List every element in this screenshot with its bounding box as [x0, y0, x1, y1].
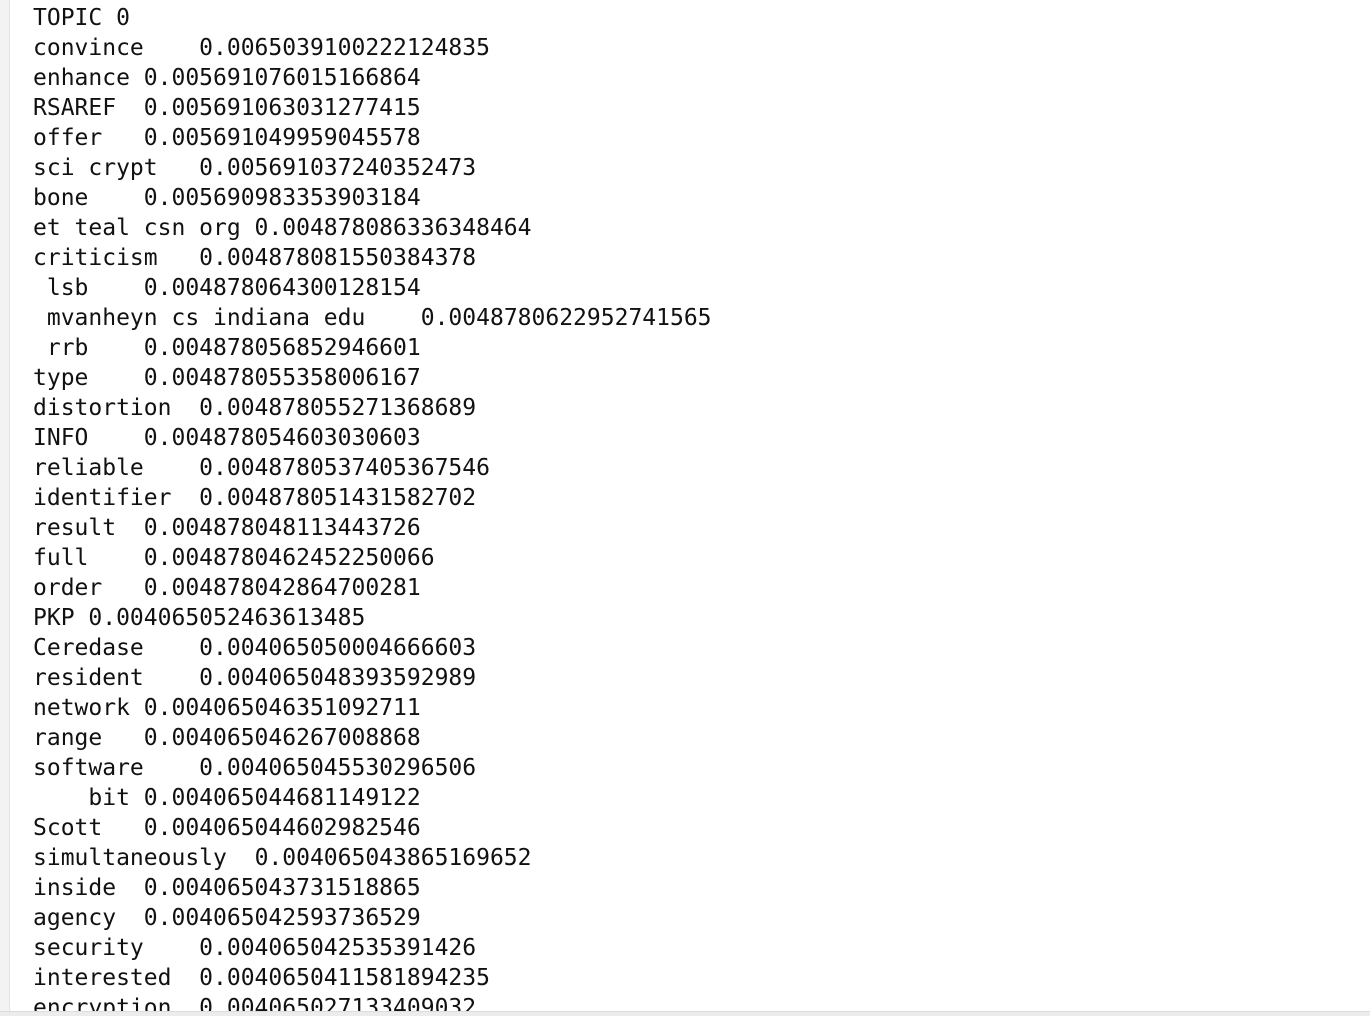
text-line: range 0.004065046267008868 — [33, 725, 421, 751]
text-line: resident 0.004065048393592989 — [33, 665, 477, 691]
text-line: RSAREF 0.005691063031277415 — [33, 95, 421, 121]
text-line: bone 0.005690983353903184 — [33, 185, 421, 211]
text-line: reliable 0.0048780537405367546 — [33, 455, 490, 481]
text-line: result 0.004878048113443726 — [33, 515, 421, 541]
text-line: et teal csn org 0.004878086336348464 — [33, 215, 532, 241]
text-line: enhance 0.005691076015166864 — [33, 65, 421, 91]
text-line: network 0.004065046351092711 — [33, 695, 421, 721]
text-line: order 0.004878042864700281 — [33, 575, 421, 601]
bottom-edge — [0, 1011, 1370, 1016]
text-line: interested 0.0040650411581894235 — [33, 965, 490, 991]
text-line: criticism 0.004878081550384378 — [33, 245, 477, 271]
text-line: bit 0.004065044681149122 — [33, 785, 421, 811]
text-line: offer 0.005691049959045578 — [33, 125, 421, 151]
text-line: agency 0.004065042593736529 — [33, 905, 421, 931]
text-line: Scott 0.004065044602982546 — [33, 815, 421, 841]
text-line: encryption 0.004065027133409032 — [33, 995, 477, 1012]
text-line: mvanheyn cs indiana edu 0.00487806229527… — [33, 305, 712, 331]
text-line: TOPIC 0 — [33, 5, 130, 31]
editor-gutter — [0, 0, 10, 1016]
text-line: Ceredase 0.004065050004666603 — [33, 635, 477, 661]
text-line: sci crypt 0.005691037240352473 — [33, 155, 477, 181]
text-lines: TOPIC 0 convince 0.0065039100222124835 enh… — [33, 3, 712, 1012]
text-line: rrb 0.004878056852946601 — [33, 335, 421, 361]
text-line: identifier 0.004878051431582702 — [33, 485, 477, 511]
text-line: distortion 0.004878055271368689 — [33, 395, 477, 421]
text-line: lsb 0.004878064300128154 — [33, 275, 421, 301]
text-line: convince 0.0065039100222124835 — [33, 35, 490, 61]
text-line: full 0.0048780462452250066 — [33, 545, 435, 571]
text-line: INFO 0.004878054603030603 — [33, 425, 421, 451]
text-line: inside 0.004065043731518865 — [33, 875, 421, 901]
text-editor-content[interactable]: TOPIC 0 convince 0.0065039100222124835 enh… — [10, 0, 1370, 1012]
text-line: simultaneously 0.004065043865169652 — [33, 845, 532, 871]
text-line: type 0.004878055358006167 — [33, 365, 421, 391]
text-line: security 0.004065042535391426 — [33, 935, 477, 961]
text-line: software 0.004065045530296506 — [33, 755, 477, 781]
text-line: PKP 0.004065052463613485 — [33, 605, 366, 631]
